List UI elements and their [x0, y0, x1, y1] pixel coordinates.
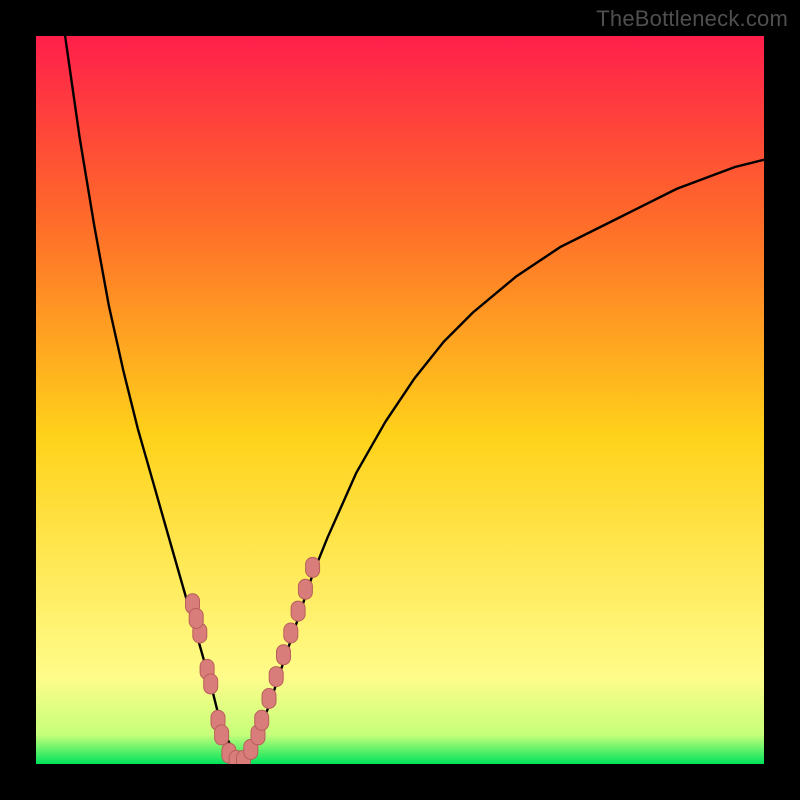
watermark-text: TheBottleneck.com — [596, 6, 788, 32]
data-marker — [269, 667, 283, 687]
data-marker — [306, 557, 320, 577]
data-marker — [262, 689, 276, 709]
data-marker — [277, 645, 291, 665]
data-marker — [204, 674, 218, 694]
data-marker — [255, 710, 269, 730]
data-marker — [291, 601, 305, 621]
data-marker — [284, 623, 298, 643]
chart-frame: TheBottleneck.com — [0, 0, 800, 800]
chart-svg — [36, 36, 764, 764]
data-marker — [189, 608, 203, 628]
chart-plot-area — [36, 36, 764, 764]
data-marker — [298, 579, 312, 599]
data-marker — [215, 725, 229, 745]
